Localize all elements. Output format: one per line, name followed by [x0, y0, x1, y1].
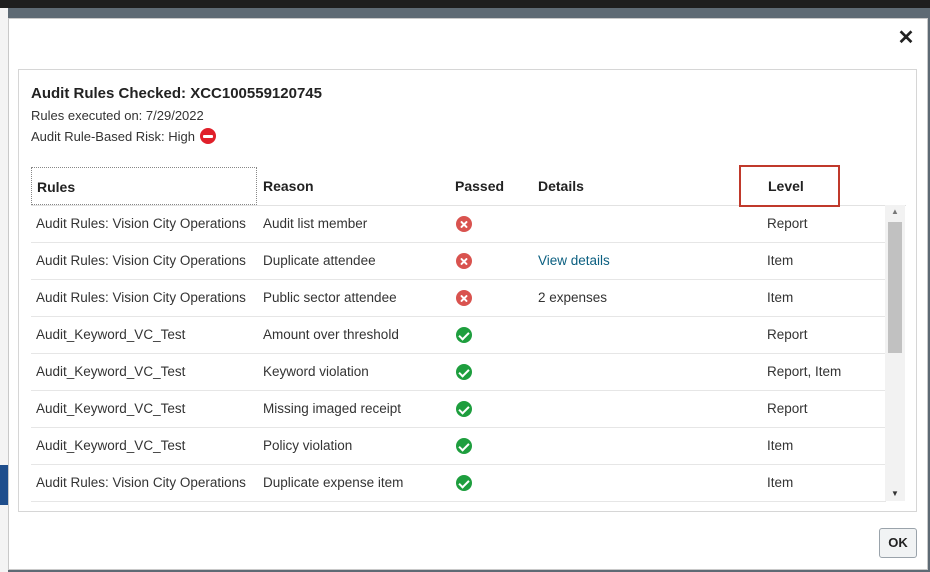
scroll-up-arrow-icon[interactable]: ▲	[885, 205, 905, 219]
no-entry-icon	[200, 128, 217, 144]
dialog-title: Audit Rules Checked: XCC100559120745	[31, 85, 322, 102]
rule-level: Report	[767, 401, 808, 416]
close-icon[interactable]: ✕	[895, 25, 917, 51]
table-scrollbar[interactable]: ▲ ▼	[885, 205, 905, 501]
table-row[interactable]: Audit Rules: Vision City Operations Publi…	[31, 280, 886, 317]
risk-level: Audit Rule-Based Risk: High	[31, 128, 217, 144]
risk-label: Audit Rule-Based Risk: High	[31, 128, 196, 144]
rule-name: Audit_Keyword_VC_Test	[36, 364, 186, 379]
rule-name: Audit_Keyword_VC_Test	[36, 401, 186, 416]
rule-name: Audit Rules: Vision City Operations	[36, 216, 246, 231]
passed-status	[456, 216, 472, 232]
rule-reason: Amount over threshold	[263, 327, 399, 342]
check-circle-icon	[456, 401, 472, 417]
details-text: 2 expenses	[538, 290, 608, 305]
audit-rules-table: Rules Reason Passed Details Level Audit …	[31, 165, 906, 502]
rule-name: Audit_Keyword_VC_Test	[36, 438, 186, 453]
scroll-down-arrow-icon[interactable]: ▼	[885, 487, 905, 501]
table-row[interactable]: Audit Rules: Vision City Operations Dupli…	[31, 465, 886, 502]
x-circle-icon	[456, 290, 472, 306]
table-row[interactable]: Audit_Keyword_VC_Test Policy violation Ite…	[31, 428, 886, 465]
rule-name: Audit Rules: Vision City Operations	[36, 290, 246, 305]
table-body: Audit Rules: Vision City Operations Audit…	[31, 206, 886, 502]
view-details-link[interactable]: View details	[538, 243, 610, 279]
audit-rules-panel: Audit Rules Checked: XCC100559120745 Rul…	[18, 69, 917, 512]
rule-reason: Keyword violation	[263, 364, 369, 379]
audit-rules-dialog: ✕ Audit Rules Checked: XCC100559120745 R…	[8, 18, 928, 570]
table-row[interactable]: Audit Rules: Vision City Operations Dupli…	[31, 243, 886, 280]
rule-level: Item	[767, 475, 794, 490]
x-circle-icon	[456, 216, 472, 232]
background-page-edge	[0, 8, 8, 572]
rule-reason: Duplicate expense item	[263, 475, 404, 490]
table-row[interactable]: Audit Rules: Vision City Operations Audit…	[31, 206, 886, 243]
rule-reason: Policy violation	[263, 438, 353, 453]
passed-status	[456, 253, 472, 269]
background-accent	[0, 465, 8, 505]
column-header-details[interactable]: Details	[538, 167, 584, 205]
rule-level: Item	[767, 253, 794, 268]
rule-reason: Audit list member	[263, 216, 368, 231]
rule-name: Audit Rules: Vision City Operations	[36, 475, 246, 490]
table-row[interactable]: Audit_Keyword_VC_Test Keyword violation Re…	[31, 354, 886, 391]
column-header-passed[interactable]: Passed	[455, 167, 504, 205]
rule-reason: Missing imaged receipt	[263, 401, 402, 416]
app-top-bar	[0, 0, 930, 8]
passed-status	[456, 475, 472, 491]
table-row[interactable]: Audit_Keyword_VC_Test Missing imaged rece…	[31, 391, 886, 428]
rule-level: Item	[767, 290, 794, 305]
ok-button[interactable]: OK	[879, 528, 917, 558]
rule-reason: Public sector attendee	[263, 290, 397, 305]
check-circle-icon	[456, 327, 472, 343]
rule-name: Audit Rules: Vision City Operations	[36, 253, 246, 268]
check-circle-icon	[456, 438, 472, 454]
table-header: Rules Reason Passed Details Level	[31, 165, 906, 207]
column-header-reason[interactable]: Reason	[263, 167, 314, 205]
passed-status	[456, 438, 472, 454]
check-circle-icon	[456, 475, 472, 491]
passed-status	[456, 290, 472, 306]
rule-level: Report	[767, 327, 808, 342]
table-row[interactable]: Audit_Keyword_VC_Test Amount over thresho…	[31, 317, 886, 354]
rule-level: Item	[767, 438, 794, 453]
column-header-level[interactable]: Level	[739, 165, 840, 207]
rule-reason: Duplicate attendee	[263, 253, 376, 268]
rule-level: Report	[767, 216, 808, 231]
column-header-rules[interactable]: Rules	[31, 167, 257, 205]
passed-status	[456, 327, 472, 343]
scroll-thumb[interactable]	[888, 222, 902, 353]
rule-name: Audit_Keyword_VC_Test	[36, 327, 186, 342]
check-circle-icon	[456, 364, 472, 380]
x-circle-icon	[456, 253, 472, 269]
rule-level: Report, Item	[767, 364, 842, 379]
rules-executed-date: Rules executed on: 7/29/2022	[31, 108, 204, 123]
passed-status	[456, 364, 472, 380]
passed-status	[456, 401, 472, 417]
